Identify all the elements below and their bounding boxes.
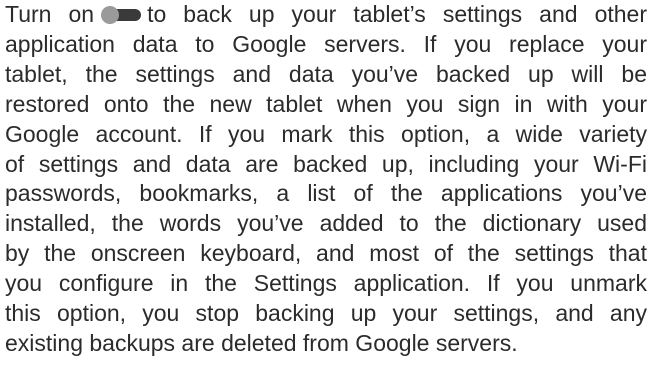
- paragraph-line-8: installed, the words you’ve added to the…: [5, 210, 647, 237]
- toggle-switch-icon: [101, 6, 142, 24]
- paragraph-line-3: tablet, the settings and data you’ve bac…: [5, 60, 647, 87]
- paragraph-line-6: of settings and data are backed up, incl…: [5, 150, 647, 177]
- paragraph-line-12: existing backups are deleted from Google…: [5, 329, 518, 356]
- toggle-thumb: [101, 6, 120, 24]
- text-turn-on: Turn on: [5, 1, 95, 27]
- backup-description-paragraph: Turn on to back up your tablet’s settings…: [5, 0, 647, 359]
- paragraph-line-4: restored onto the new tablet when you si…: [5, 90, 647, 117]
- text-line1-rest: to back up your tablet’s settings and ot…: [147, 1, 648, 27]
- paragraph-line-1: Turn on to back up your tablet’s settings…: [5, 0, 647, 30]
- paragraph-line-7: passwords, bookmarks, a list of the appl…: [5, 180, 647, 207]
- paragraph-line-9: by the onscreen keyboard, and most of th…: [5, 240, 647, 267]
- paragraph-line-10: you configure in the Settings applicatio…: [5, 270, 647, 297]
- paragraph-line-11: this option, you stop backing up your se…: [5, 300, 647, 327]
- paragraph-line-5: Google account. If you mark this option,…: [5, 120, 647, 147]
- paragraph-line-2: application data to Google servers. If y…: [5, 30, 647, 57]
